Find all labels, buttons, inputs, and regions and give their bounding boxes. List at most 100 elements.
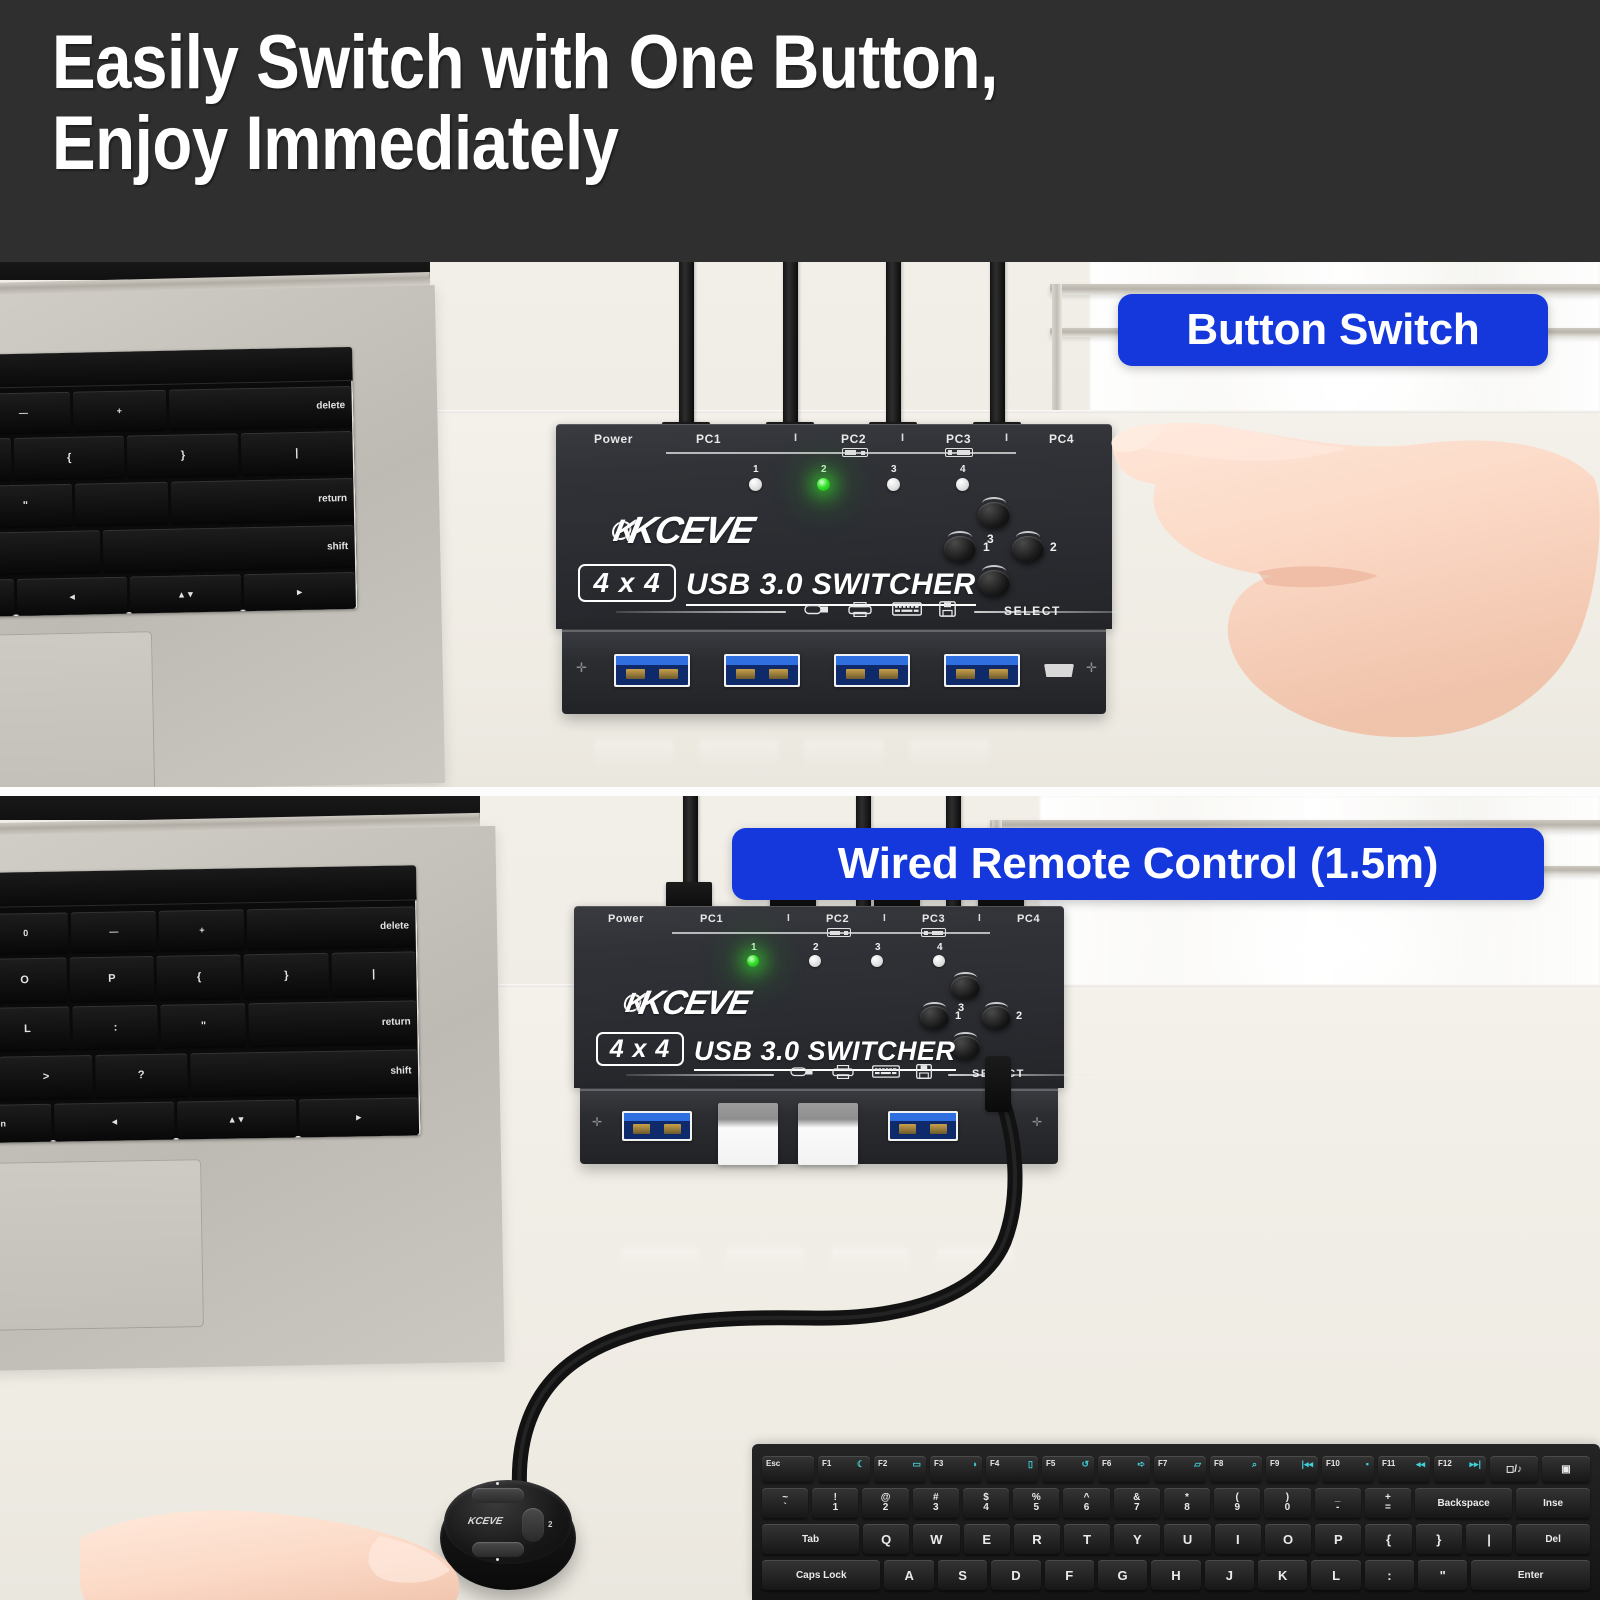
select-button-4[interactable]: [978, 565, 1010, 596]
laptop-key-left[interactable]: ◄: [54, 1101, 175, 1142]
select-button-3[interactable]: [951, 971, 980, 999]
key-tilde[interactable]: ~ `: [762, 1488, 809, 1518]
key-backspace[interactable]: Backspace: [1415, 1488, 1513, 1518]
key-6[interactable]: ^ 6: [1063, 1488, 1110, 1518]
keyboard-number-row[interactable]: ~ ` ! 1 @2 #3 $4 % 5 ^ 6 & 7 * 8 (9 ) 0 _ - + = B…: [752, 1488, 1600, 1518]
select-button-2[interactable]: [1012, 531, 1044, 562]
laptop-key-return[interactable]: return: [170, 477, 354, 524]
key-f9[interactable]: F9 |◂◂: [1266, 1456, 1318, 1482]
key-f7[interactable]: F7 ▱: [1154, 1456, 1206, 1482]
laptop-key[interactable]: ": [160, 1003, 247, 1048]
key-5[interactable]: % 5: [1013, 1488, 1060, 1518]
key-tab[interactable]: Tab: [762, 1524, 860, 1554]
laptop-key[interactable]: [74, 481, 169, 526]
laptop-key-right[interactable]: ►: [243, 572, 356, 612]
key-f2[interactable]: F2 ▭: [874, 1456, 926, 1482]
select-button-1[interactable]: [944, 531, 976, 562]
laptop-key[interactable]: —: [0, 392, 71, 434]
laptop-key-delete[interactable]: delete: [247, 905, 416, 950]
key-f3[interactable]: F3 ◑: [930, 1456, 982, 1482]
key-f8[interactable]: F8 ⌕: [1210, 1456, 1262, 1482]
laptop-key-row[interactable]: ) — + delete: [0, 386, 354, 437]
key-a[interactable]: A: [884, 1560, 934, 1590]
usb-port-2[interactable]: [724, 654, 800, 687]
laptop-key-option[interactable]: option: [0, 579, 15, 619]
laptop-key[interactable]: ": [0, 483, 73, 528]
laptop-key-option[interactable]: option: [0, 1103, 53, 1144]
key-f[interactable]: F: [1044, 1560, 1094, 1590]
laptop-keyboard[interactable]: ) — + delete O P { } | L :: [0, 346, 358, 621]
laptop-key[interactable]: —: [70, 910, 157, 953]
select-button-2[interactable]: [982, 1001, 1011, 1029]
key-f4[interactable]: F4 ▯: [986, 1456, 1038, 1482]
usb-port-3[interactable]: [834, 654, 910, 687]
key-k[interactable]: K: [1258, 1560, 1308, 1590]
key-g[interactable]: G: [1097, 1560, 1148, 1590]
laptop-key-row[interactable]: command option ◄ ▲▼ ►: [0, 572, 357, 621]
key-e[interactable]: E: [963, 1524, 1010, 1554]
key-equals[interactable]: + =: [1364, 1488, 1412, 1518]
laptop-touch-bar[interactable]: [0, 346, 353, 393]
key-p[interactable]: P: [1315, 1524, 1362, 1554]
laptop-key-row[interactable]: J K L : " return: [0, 1000, 419, 1054]
key-l[interactable]: L: [1311, 1560, 1361, 1590]
laptop-key-shift[interactable]: shift: [102, 525, 355, 573]
usb-port-1[interactable]: [614, 654, 690, 687]
laptop-key[interactable]: |: [331, 951, 417, 997]
laptop-key-row[interactable]: > ? shift: [0, 525, 357, 579]
laptop-keyboard[interactable]: 8 9 0 — + delete U I O P { } |: [0, 865, 421, 1146]
key-7[interactable]: & 7: [1113, 1488, 1160, 1518]
key-media-2[interactable]: ▣: [1542, 1456, 1590, 1482]
key-8[interactable]: * 8: [1163, 1488, 1211, 1518]
select-button-1[interactable]: [920, 1001, 949, 1029]
laptop-key[interactable]: ?: [94, 1052, 188, 1098]
key-j[interactable]: J: [1204, 1560, 1254, 1590]
key-t[interactable]: T: [1064, 1524, 1111, 1554]
key-minus[interactable]: _ -: [1314, 1488, 1361, 1518]
laptop-key[interactable]: >: [0, 1054, 93, 1100]
laptop-key-return[interactable]: return: [248, 1000, 418, 1047]
key-4[interactable]: $4: [962, 1488, 1010, 1518]
usb-port-4[interactable]: [944, 654, 1020, 687]
laptop-key-row[interactable]: U I O P { } |: [0, 951, 418, 1006]
key-0[interactable]: ) 0: [1264, 1488, 1311, 1518]
laptop-key-updown[interactable]: ▲▼: [176, 1099, 297, 1140]
external-keyboard[interactable]: Esc F1 ☾ F2 ▭ F3 ◑ F4 ▯ F5 ↺ F6 ➪ F7 ▱ F8 ⌕ F9 |◂…: [752, 1444, 1600, 1600]
laptop-key[interactable]: }: [127, 433, 239, 478]
laptop-key-row[interactable]: M < > ? shift: [0, 1048, 420, 1103]
key-esc[interactable]: Esc: [762, 1456, 814, 1482]
key-quote[interactable]: ": [1418, 1560, 1468, 1590]
key-semicolon[interactable]: :: [1364, 1560, 1415, 1590]
key-enter[interactable]: Enter: [1471, 1560, 1590, 1590]
laptop-touch-bar[interactable]: [0, 865, 417, 912]
key-f5[interactable]: F5 ↺: [1042, 1456, 1094, 1482]
key-3[interactable]: #3: [912, 1488, 959, 1518]
kvm-switch-device[interactable]: Power PC1 I PC2 I PC3 I PC4 1 2 3 4 KKCE…: [556, 424, 1146, 714]
laptop-key[interactable]: P: [0, 437, 12, 483]
key-backslash[interactable]: |: [1465, 1524, 1513, 1554]
key-1[interactable]: ! 1: [812, 1488, 859, 1518]
keyboard-home-row[interactable]: Caps Lock A S D F G H J K L : " Enter: [752, 1560, 1600, 1590]
key-s[interactable]: S: [937, 1560, 988, 1590]
key-w[interactable]: W: [913, 1524, 960, 1554]
key-insert[interactable]: Inse: [1516, 1488, 1591, 1518]
key-bracket-right[interactable]: }: [1415, 1524, 1462, 1554]
key-d[interactable]: D: [991, 1560, 1041, 1590]
key-h[interactable]: H: [1151, 1560, 1201, 1590]
key-y[interactable]: Y: [1114, 1524, 1161, 1554]
key-q[interactable]: Q: [863, 1524, 910, 1554]
key-f6[interactable]: F6 ➪: [1098, 1456, 1150, 1482]
laptop-key-row[interactable]: command option ◄ ▲▼ ►: [0, 1097, 421, 1145]
key-f10[interactable]: F10 ▪: [1322, 1456, 1374, 1482]
laptop-key-left[interactable]: ◄: [16, 576, 128, 616]
laptop-key[interactable]: :: [72, 1004, 159, 1050]
key-caps-lock[interactable]: Caps Lock: [762, 1560, 881, 1590]
laptop-key[interactable]: [0, 530, 101, 575]
laptop-key[interactable]: |: [240, 430, 353, 475]
laptop-key-row[interactable]: L : " return: [0, 477, 356, 532]
key-bracket-left[interactable]: {: [1365, 1524, 1412, 1554]
key-2[interactable]: @2: [862, 1488, 909, 1518]
key-9[interactable]: (9: [1214, 1488, 1261, 1518]
key-media-1[interactable]: ◻/♪: [1490, 1456, 1538, 1482]
key-f12[interactable]: F12 ▸▸|: [1434, 1456, 1486, 1482]
